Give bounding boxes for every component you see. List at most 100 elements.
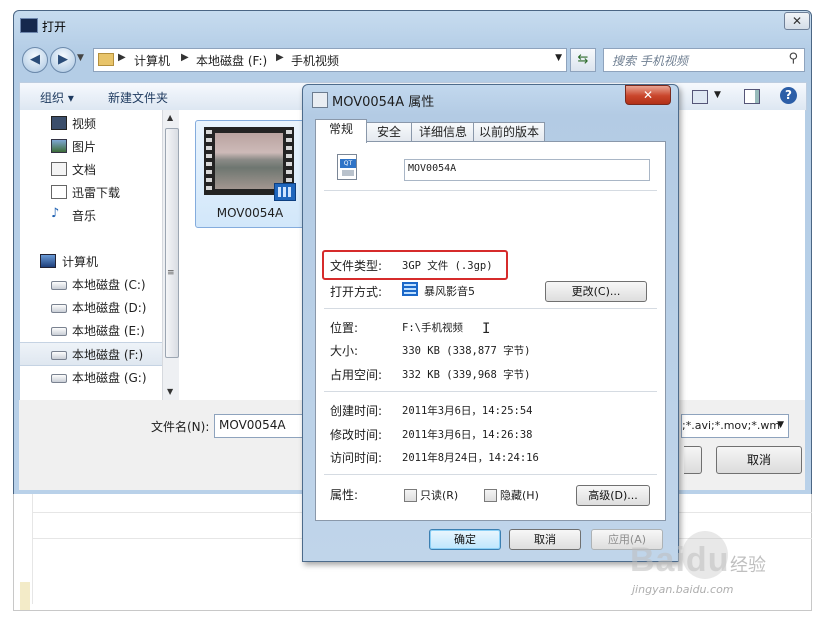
nav-item-label: 视频 (72, 117, 97, 131)
forward-button[interactable]: ▶ (50, 47, 76, 73)
attributes-label: 属性: (330, 488, 359, 502)
change-button[interactable]: 更改(C)... (545, 281, 647, 302)
properties-cancel-button[interactable]: 取消 (509, 529, 581, 550)
tab-general[interactable]: 常规 (315, 119, 367, 143)
nav-item-pictures[interactable]: 图片 (20, 135, 174, 157)
address-bar[interactable]: ▶ 计算机 ▶ 本地磁盘 (F:) ▶ 手机视频 ▼ (93, 48, 567, 72)
scrollbar-thumb[interactable] (165, 128, 179, 358)
file-type-value: 3GP 文件 (.3gp) (402, 260, 493, 272)
file-type-label: 文件类型: (330, 259, 383, 273)
location-label: 位置: (330, 321, 359, 335)
nav-item-drive-c[interactable]: 本地磁盘 (C:) (20, 273, 174, 295)
new-folder-button[interactable]: 新建文件夹 (108, 89, 168, 106)
size-label: 大小: (330, 344, 359, 358)
search-input[interactable]: 搜索 手机视频 ⚲ (603, 48, 805, 72)
open-with-value: 暴风影音5 (424, 285, 475, 298)
readonly-checkbox[interactable] (404, 489, 417, 502)
nav-item-drive-f[interactable]: 本地磁盘 (F:) (20, 342, 175, 366)
tab-security[interactable]: 安全 (365, 122, 413, 142)
chevron-down-icon: ▼ (777, 420, 784, 430)
ok-button[interactable]: 确定 (429, 529, 501, 550)
text-cursor-icon: I (482, 321, 491, 337)
readonly-label[interactable]: 只读(R) (420, 487, 458, 503)
nav-item-music[interactable]: ♪ 音乐 (20, 204, 174, 226)
file-item[interactable]: MOV0054A (195, 120, 305, 228)
nav-item-drive-g[interactable]: 本地磁盘 (G:) (20, 366, 174, 388)
modified-label: 修改时间: (330, 428, 383, 442)
back-button[interactable]: ◀ (22, 47, 48, 73)
nav-item-label: 本地磁盘 (G:) (72, 371, 147, 385)
search-icon[interactable]: ⚲ (788, 51, 798, 66)
nav-item-label: 计算机 (62, 255, 99, 269)
breadcrumb-separator-icon[interactable]: ▶ (118, 52, 126, 63)
view-mode-icon[interactable] (692, 90, 708, 104)
divider (324, 190, 657, 191)
filename-value: MOV0054A (219, 418, 286, 432)
preview-pane-icon[interactable] (744, 89, 760, 104)
nav-item-videos[interactable]: 视频 (20, 112, 174, 134)
created-value: 2011年3月6日，14:25:54 (402, 405, 533, 417)
watermark-url: jingyan.baidu.com (632, 583, 734, 596)
advanced-button[interactable]: 高级(D)... (576, 485, 650, 506)
properties-close-button[interactable]: ✕ (625, 85, 671, 105)
navigation-pane: 视频 图片 文档 迅雷下载 ♪ 音乐 计算机 本地磁盘 (C:) 本地磁盘 (D (20, 110, 179, 400)
open-dialog-titlebar[interactable]: 打开 ✕ (14, 11, 811, 39)
open-with-label: 打开方式: (330, 285, 383, 299)
general-tab-page: MOV0054A 文件类型: 3GP 文件 (.3gp) 打开方式: 暴风影音5… (315, 141, 666, 521)
drive-icon (51, 374, 67, 383)
breadcrumb-separator-icon[interactable]: ▶ (276, 52, 284, 63)
nav-item-drive-e[interactable]: 本地磁盘 (E:) (20, 319, 174, 341)
filename-input[interactable]: MOV0054A (214, 414, 306, 438)
tab-details[interactable]: 详细信息 (411, 122, 475, 142)
tab-previous-versions[interactable]: 以前的版本 (473, 122, 545, 142)
arrow-right-icon: ▶ (58, 52, 68, 67)
scroll-up-icon[interactable]: ▲ (167, 113, 173, 122)
drive-icon (51, 351, 67, 360)
file-name-value: MOV0054A (408, 163, 457, 174)
nav-item-computer[interactable]: 计算机 (20, 250, 174, 272)
open-button[interactable] (684, 446, 702, 474)
file-type-filter-select[interactable]: ;*.avi;*.mov;*.wm ▼ (681, 414, 789, 438)
size-value: 330 KB (338,877 字节) (402, 345, 531, 357)
quicktime-file-icon (337, 154, 357, 180)
baidu-watermark: Baidu 经验 jingyan.baidu.com (630, 531, 810, 601)
nav-item-thunder-downloads[interactable]: 迅雷下载 (20, 181, 174, 203)
scroll-down-icon[interactable]: ▼ (167, 387, 173, 396)
open-dialog-title: 打开 (42, 20, 67, 34)
drive-icon (51, 327, 67, 336)
view-mode-dropdown-icon[interactable]: ▼ (714, 90, 721, 100)
nav-item-label: 本地磁盘 (E:) (72, 324, 145, 338)
refresh-icon: ⇆ (577, 52, 589, 67)
breadcrumb-computer[interactable]: 计算机 (134, 52, 170, 69)
help-icon[interactable]: ? (780, 87, 797, 104)
address-dropdown-icon[interactable]: ▼ (555, 53, 562, 63)
folder-icon (98, 53, 114, 66)
pictures-library-icon (51, 139, 67, 153)
nav-item-drive-d[interactable]: 本地磁盘 (D:) (20, 296, 174, 318)
watermark-brand-part1: Bai (630, 541, 686, 579)
hidden-checkbox[interactable] (484, 489, 497, 502)
filename-label: 文件名(N): (151, 420, 210, 434)
breadcrumb-phone-videos[interactable]: 手机视频 (291, 52, 339, 69)
file-name-field[interactable]: MOV0054A (404, 159, 650, 181)
decorative-strip (20, 582, 30, 610)
watermark-brand-part2: du (685, 541, 730, 579)
organize-button[interactable]: 组织 ▾ (40, 89, 74, 106)
location-value: F:\手机视频 (402, 322, 463, 334)
scrollbar-grip-icon: ≡ (167, 268, 175, 278)
file-properties-icon (312, 92, 328, 108)
nav-item-documents[interactable]: 文档 (20, 158, 174, 180)
recent-locations-dropdown[interactable]: ▼ (77, 53, 84, 63)
refresh-button[interactable]: ⇆ (570, 48, 596, 72)
arrow-left-icon: ◀ (30, 52, 40, 67)
breadcrumb-separator-icon[interactable]: ▶ (181, 52, 189, 63)
computer-icon (40, 254, 56, 268)
watermark-suffix: 经验 (730, 555, 766, 576)
hidden-label[interactable]: 隐藏(H) (500, 487, 539, 503)
open-dialog-close-button[interactable]: ✕ (784, 12, 810, 30)
divider (324, 474, 657, 475)
player-badge-icon (274, 183, 296, 201)
breadcrumb-drive-f[interactable]: 本地磁盘 (F:) (196, 52, 267, 69)
open-dialog-cancel-button[interactable]: 取消 (716, 446, 802, 474)
navigation-scrollbar[interactable]: ▲ ≡ ▼ (162, 110, 180, 400)
